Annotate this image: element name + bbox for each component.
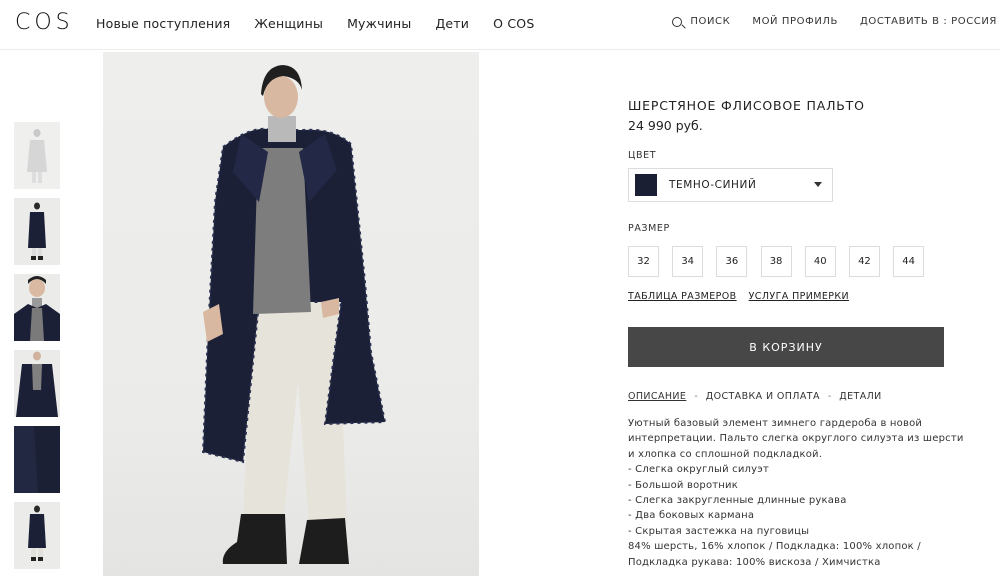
thumbnail-1[interactable] [14,122,60,189]
tab-details[interactable]: ДЕТАЛИ [839,391,881,402]
thumbnail-6[interactable] [14,502,60,569]
info-tabs: ОПИСАНИЕ - ДОСТАВКА И ОПЛАТА - ДЕТАЛИ [628,391,882,402]
description-line: - Два боковых кармана [628,510,755,522]
tab-description[interactable]: ОПИСАНИЕ [628,391,686,402]
description-line: Уютный базовый элемент зимнего гардероба… [628,418,923,429]
thumbnail-4[interactable] [14,350,60,417]
description-line: интерпретации. Пальто слегка округлого с… [628,433,964,445]
add-to-cart-button[interactable]: В КОРЗИНУ [628,327,944,367]
size-option[interactable]: 36 [716,246,748,277]
size-links: ТАБЛИЦА РАЗМЕРОВ УСЛУГА ПРИМЕРКИ [628,291,861,302]
tab-delivery[interactable]: ДОСТАВКА И ОПЛАТА [706,391,820,402]
search-icon [672,16,683,27]
size-chart-link[interactable]: ТАБЛИЦА РАЗМЕРОВ [628,291,737,302]
thumbnail-3-image [14,276,60,341]
thumbnail-4-image [16,351,58,417]
deliver-to-selector[interactable]: ДОСТАВИТЬ В : РОССИЯ [860,16,997,27]
color-select[interactable]: ТЕМНО-СИНИЙ [628,168,833,202]
nav-men[interactable]: Мужчины [347,16,411,31]
size-option[interactable]: 34 [672,246,704,277]
main-nav: Новые поступления Женщины Мужчины Дети О… [96,16,558,31]
thumbnail-5[interactable] [14,426,60,493]
chevron-down-icon [814,182,822,187]
color-swatch [635,174,657,196]
nav-women[interactable]: Женщины [254,16,323,31]
nav-about[interactable]: О COS [493,16,534,31]
thumbnail-gallery [14,122,60,576]
description-line: Подкладка рукава: 100% вискоза / Химчист… [628,556,881,568]
product-details: ШЕРСТЯНОЕ ФЛИСОВОЕ ПАЛЬТО 24 990 руб. ЦВ… [628,98,963,568]
size-option[interactable]: 40 [804,246,836,277]
product-description: Уютный базовый элемент зимнего гардероба… [628,416,964,570]
product-price: 24 990 руб. [628,118,703,133]
selected-color: ТЕМНО-СИНИЙ [669,179,757,191]
product-title: ШЕРСТЯНОЕ ФЛИСОВОЕ ПАЛЬТО [628,98,865,113]
thumbnail-1-image [27,129,47,183]
description-line: - Слегка закругленные длинные рукава [628,495,847,507]
size-option[interactable]: 42 [848,246,880,277]
tab-separator: - [827,391,832,402]
size-label: РАЗМЕР [628,223,670,234]
thumbnail-6-image [28,505,46,561]
search-label: ПОИСК [690,16,731,27]
size-option[interactable]: 44 [893,246,925,277]
thumbnail-2[interactable] [14,198,60,265]
profile-link[interactable]: МОЙ ПРОФИЛЬ [752,16,838,27]
logo[interactable]: COS [15,10,74,35]
description-line: 84% шерсть, 16% хлопок / Подкладка: 100%… [628,541,921,553]
main-product-image[interactable] [103,52,479,576]
color-label: ЦВЕТ [628,150,657,161]
utility-nav: ПОИСК МОЙ ПРОФИЛЬ ДОСТАВИТЬ В : РОССИЯ [650,16,997,27]
description-line: - Большой воротник [628,479,738,491]
description-line: и хлопка со сплошной подкладкой. [628,448,823,460]
description-line: - Скрытая застежка на пуговицы [628,525,810,537]
fitting-service-link[interactable]: УСЛУГА ПРИМЕРКИ [749,291,849,302]
nav-new-arrivals[interactable]: Новые поступления [96,16,230,31]
size-option[interactable]: 38 [760,246,792,277]
thumbnail-2-image [28,202,46,260]
size-option[interactable]: 32 [628,246,659,277]
description-line: - Слегка округлый силуэт [628,464,769,476]
size-options: 32 34 36 38 40 42 44 [628,246,937,277]
thumbnail-3[interactable] [14,274,60,341]
tab-separator: - [694,391,698,402]
model-photo [201,65,387,564]
search-button[interactable]: ПОИСК [672,16,730,27]
site-header: COS Новые поступления Женщины Мужчины Де… [0,0,1000,50]
nav-kids[interactable]: Дети [435,16,469,31]
thumbnail-5-image [14,426,60,493]
